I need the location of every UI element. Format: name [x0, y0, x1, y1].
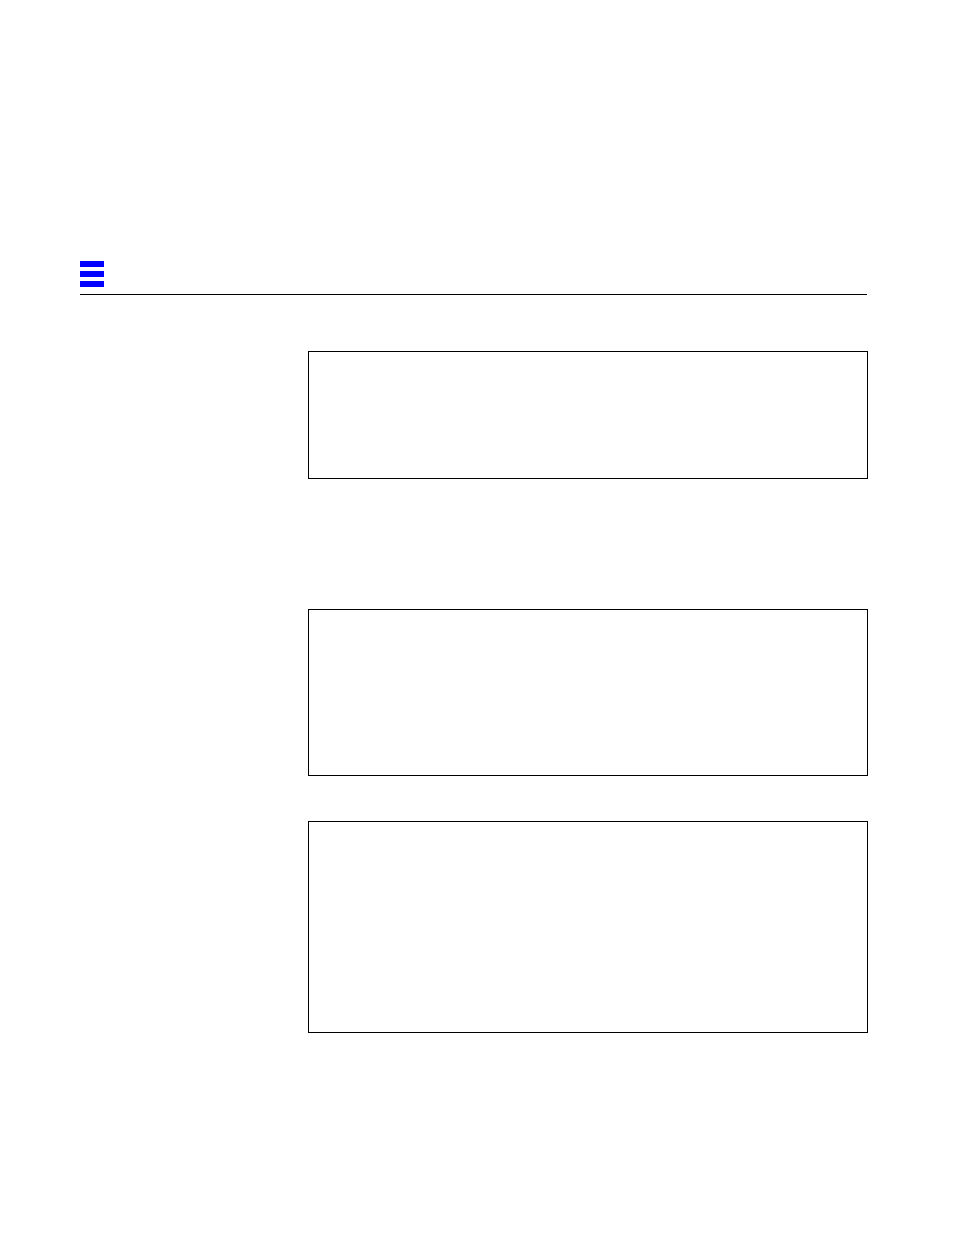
content-box-1: [308, 351, 868, 479]
icon-bar: [80, 281, 104, 287]
icon-bar: [80, 261, 104, 267]
content-box-3: [308, 821, 868, 1033]
content-box-2: [308, 609, 868, 776]
document-page: [0, 0, 954, 1235]
icon-bar: [80, 271, 104, 277]
header-divider: [80, 294, 867, 295]
triple-bar-icon: [80, 261, 104, 287]
